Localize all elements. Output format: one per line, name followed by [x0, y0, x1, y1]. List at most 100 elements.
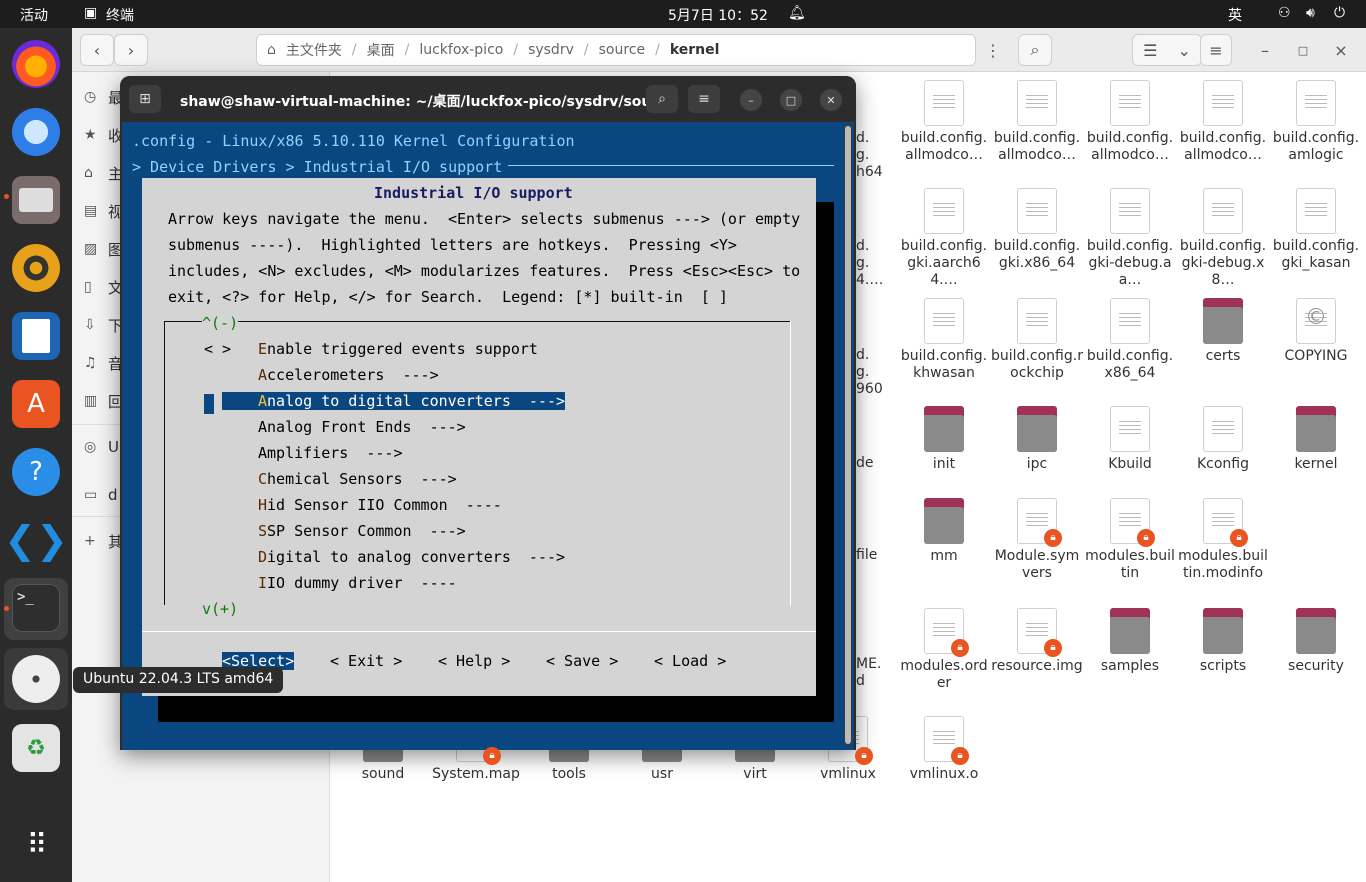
file-item[interactable]: certs: [1177, 298, 1269, 365]
search-button[interactable]: ⌕: [1018, 34, 1052, 66]
menu-item-selected[interactable]: Analog to digital converters --->: [222, 392, 566, 410]
file-item[interactable]: build.config.allmodco…: [991, 80, 1083, 164]
file-item[interactable]: Kconfig: [1177, 406, 1269, 473]
file-item[interactable]: 🔒︎ modules.builtin.modinfo: [1177, 498, 1269, 582]
maximize-button[interactable]: □: [1288, 34, 1318, 66]
sidebar-item-folder[interactable]: ▭ d: [84, 483, 118, 507]
show-apps-icon[interactable]: ⠿: [12, 820, 60, 868]
menu-item[interactable]: IIO dummy driver ----: [258, 574, 457, 592]
sidebar-item-recent[interactable]: ◷ 最: [84, 85, 123, 109]
vscode-icon[interactable]: ❮❯: [4, 516, 68, 564]
file-item[interactable]: init: [898, 406, 990, 473]
file-item[interactable]: security: [1270, 608, 1362, 675]
file-item[interactable]: build.config.gki-debug.x8…: [1177, 188, 1269, 289]
sidebar-item-videos[interactable]: ▤ 视: [84, 199, 123, 223]
path-bar[interactable]: ⌂ 主文件夹 / 桌面 / luckfox-pico / sysdrv / source…: [256, 34, 976, 66]
app-menu-label[interactable]: 终端: [106, 5, 134, 25]
volume-icon[interactable]: 🔊︎: [1306, 5, 1315, 21]
path-kernel[interactable]: kernel: [670, 42, 720, 58]
file-item[interactable]: build.config.gki.x86_64: [991, 188, 1083, 272]
load-button[interactable]: < Load >: [654, 652, 726, 670]
file-item[interactable]: build.config.gki.aarch64.…: [898, 188, 990, 289]
back-button[interactable]: ‹: [80, 34, 114, 66]
view-toggle-button[interactable]: ☰ ⌄: [1132, 34, 1202, 66]
sidebar-item-downloads[interactable]: ⇩ 下: [84, 313, 123, 337]
app-center-icon[interactable]: A: [12, 380, 60, 428]
file-item[interactable]: ipc: [991, 406, 1083, 473]
scrollbar-thumb[interactable]: [845, 126, 851, 744]
sidebar-item-disc[interactable]: ◎ U: [84, 435, 119, 459]
main-menu-button[interactable]: ≡: [1200, 34, 1232, 66]
file-item[interactable]: 🔒︎ Module.symvers: [991, 498, 1083, 582]
menu-item[interactable]: SSP Sensor Common --->: [258, 522, 466, 540]
sidebar-item-home[interactable]: ⌂ 主: [84, 161, 123, 185]
sidebar-item-documents[interactable]: ▯ 文: [84, 275, 123, 299]
activities-button[interactable]: 活动: [20, 5, 48, 25]
sidebar-item-starred[interactable]: ★ 收: [84, 123, 123, 147]
menu-item[interactable]: Hid Sensor IIO Common ----: [258, 496, 502, 514]
file-item[interactable]: 🔒︎ resource.img: [991, 608, 1083, 675]
new-tab-button[interactable]: ⊞: [129, 85, 161, 113]
menu-item[interactable]: Analog Front Ends --->: [258, 418, 466, 436]
file-item[interactable]: © COPYING: [1270, 298, 1362, 365]
path-menu-button[interactable]: ⋮: [978, 34, 1008, 66]
menu-item[interactable]: Accelerometers --->: [258, 366, 439, 384]
thunderbird-icon[interactable]: [12, 108, 60, 156]
file-item[interactable]: build.config.amlogic: [1270, 80, 1362, 164]
path-sysdrv[interactable]: sysdrv: [528, 42, 574, 58]
menu-item[interactable]: Amplifiers --->: [258, 444, 403, 462]
file-item[interactable]: build.config.allmodco…: [1177, 80, 1269, 164]
file-item[interactable]: build.config.allmodco…: [1084, 80, 1176, 164]
network-icon[interactable]: ⚇: [1278, 5, 1291, 21]
writer-icon[interactable]: [12, 312, 60, 360]
maximize-button[interactable]: □: [780, 89, 802, 111]
help-icon[interactable]: ?: [12, 448, 60, 496]
trash-icon[interactable]: ♻: [12, 724, 60, 772]
path-luckfox[interactable]: luckfox-pico: [419, 42, 503, 58]
terminal-screen[interactable]: .config - Linux/x86 5.10.110 Kernel Conf…: [122, 122, 854, 750]
path-home[interactable]: 主文件夹: [286, 40, 342, 60]
file-item[interactable]: build.config.allmodco…: [898, 80, 990, 164]
files-icon[interactable]: [12, 176, 60, 224]
file-item[interactable]: build.config.x86_64: [1084, 298, 1176, 382]
exit-button[interactable]: < Exit >: [330, 652, 402, 670]
clock[interactable]: 5月7日 10：52: [668, 5, 768, 25]
help-button[interactable]: < Help >: [438, 652, 510, 670]
file-item[interactable]: 🔒︎ modules.order: [898, 608, 990, 692]
input-method-indicator[interactable]: 英: [1228, 5, 1242, 25]
sidebar-item-music[interactable]: ♫ 音: [84, 351, 123, 375]
menu-item[interactable]: Enable triggered events support: [258, 340, 538, 358]
minimize-button[interactable]: –: [1250, 34, 1280, 66]
sidebar-item-other-locations[interactable]: + 其: [84, 529, 123, 553]
file-item[interactable]: scripts: [1177, 608, 1269, 675]
sidebar-item-pictures[interactable]: ▨ 图: [84, 237, 123, 261]
file-item[interactable]: 🔒︎ vmlinux.o: [898, 716, 990, 783]
search-button[interactable]: ⌕: [646, 85, 678, 113]
terminal-icon[interactable]: >_: [12, 584, 60, 632]
file-item[interactable]: mm: [898, 498, 990, 565]
file-item[interactable]: 🔒︎ modules.builtin: [1084, 498, 1176, 582]
path-desktop[interactable]: 桌面: [367, 40, 395, 60]
file-item[interactable]: samples: [1084, 608, 1176, 675]
file-item[interactable]: build.config.gki_kasan: [1270, 188, 1362, 272]
rhythmbox-icon[interactable]: [12, 244, 60, 292]
menu-button[interactable]: ≡: [688, 85, 720, 113]
path-source[interactable]: source: [599, 42, 646, 58]
power-icon[interactable]: ⏻: [1334, 5, 1345, 21]
disc-icon[interactable]: [12, 655, 60, 703]
menu-item[interactable]: Digital to analog converters --->: [258, 548, 565, 566]
menu-item[interactable]: Chemical Sensors --->: [258, 470, 457, 488]
close-button[interactable]: ✕: [820, 89, 842, 111]
sidebar-item-trash[interactable]: ▥ 回: [84, 389, 123, 413]
close-button[interactable]: ×: [1326, 34, 1356, 66]
firefox-icon[interactable]: [12, 40, 60, 88]
minimize-button[interactable]: –: [740, 89, 762, 111]
file-item[interactable]: build.config.khwasan: [898, 298, 990, 382]
save-button[interactable]: < Save >: [546, 652, 618, 670]
file-item[interactable]: build.config.rockchip: [991, 298, 1083, 382]
file-item[interactable]: build.config.gki-debug.aa…: [1084, 188, 1176, 289]
file-item[interactable]: kernel: [1270, 406, 1362, 473]
terminal-scrollbar[interactable]: [844, 124, 852, 746]
file-item[interactable]: Kbuild: [1084, 406, 1176, 473]
forward-button[interactable]: ›: [114, 34, 148, 66]
